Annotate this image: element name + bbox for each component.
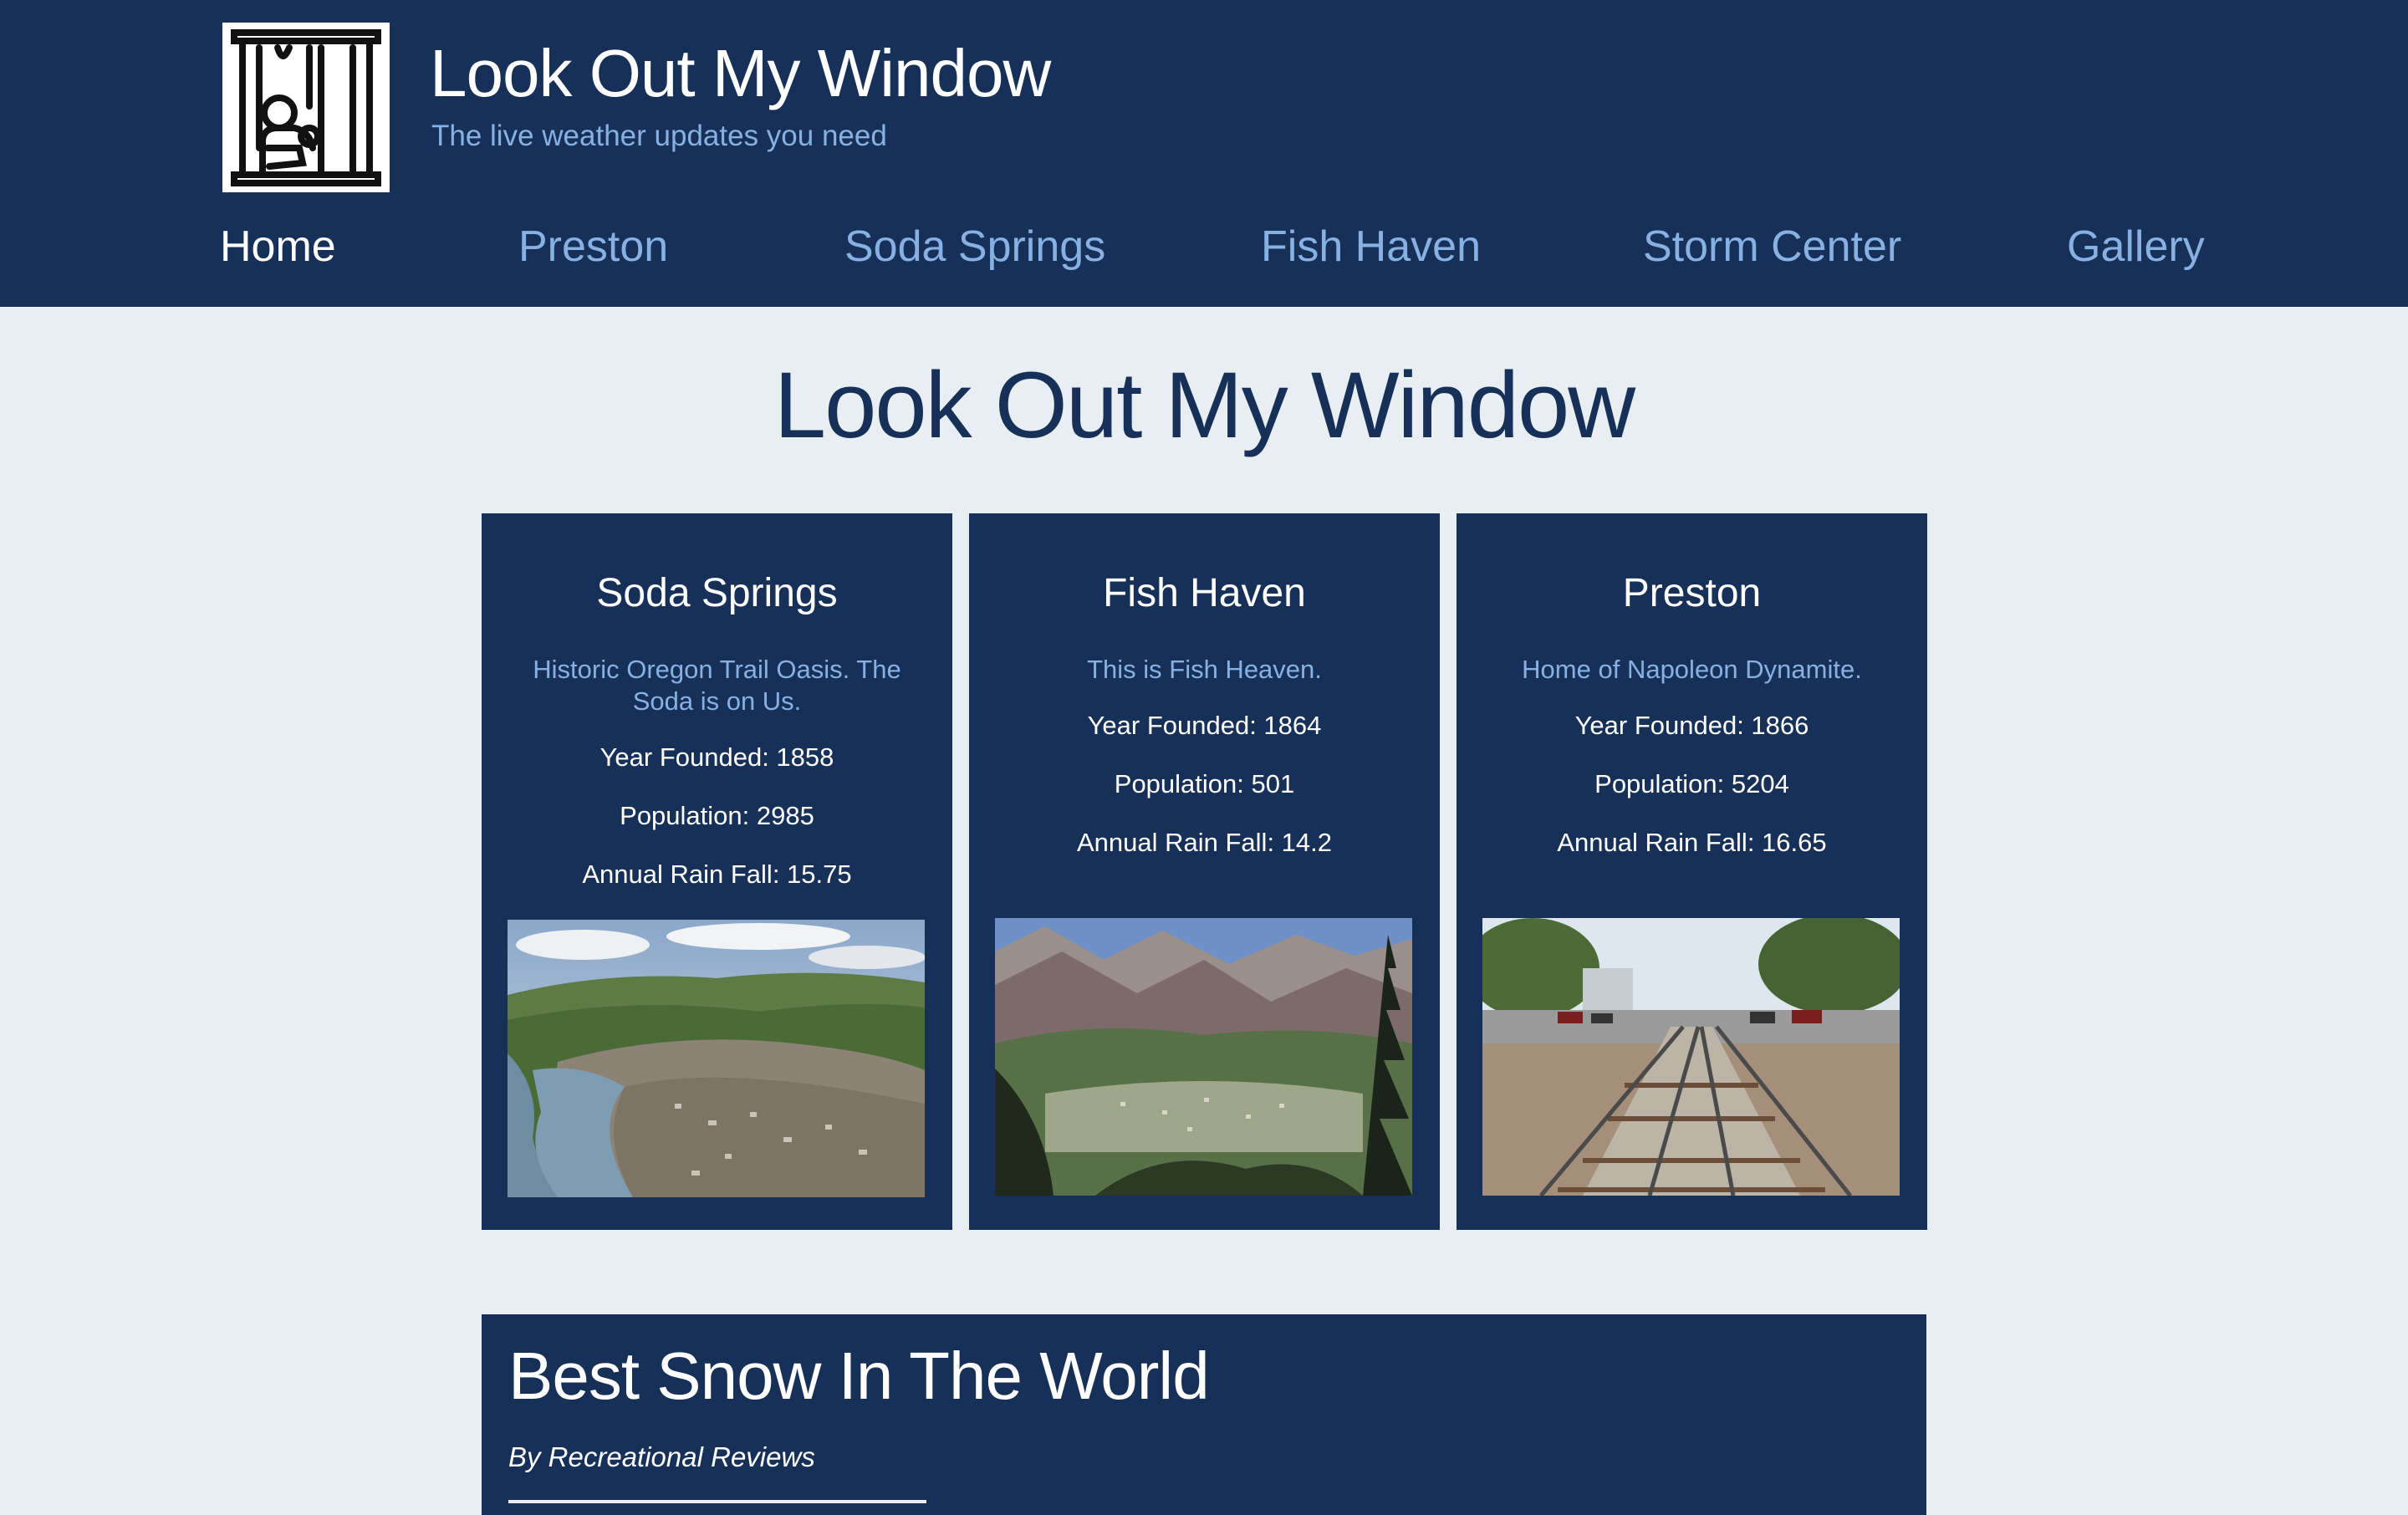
site-tagline: The live weather updates you need [431, 120, 887, 152]
town-motto: This is Fish Heaven. [1087, 655, 1322, 684]
town-founded: Year Founded: 1866 [1574, 711, 1809, 740]
town-population: Population: 2985 [620, 801, 814, 830]
town-name: Preston [1622, 571, 1762, 615]
site-title: Look Out My Window [430, 36, 1051, 110]
town-rainfall: Annual Rain Fall: 14.2 [1076, 828, 1333, 857]
town-motto: Home of Napoleon Dynamite. [1522, 655, 1862, 684]
town-card-preston: Preston Home of Napoleon Dynamite. Year … [1457, 513, 1927, 1230]
town-rainfall: Annual Rain Fall: 16.65 [1557, 828, 1827, 857]
feature-byline: By Recreational Reviews [508, 1441, 815, 1472]
town-motto: Historic Oregon Trail Oasis. The Soda is… [533, 655, 901, 716]
nav-gallery[interactable]: Gallery [2067, 222, 2205, 272]
window-logo-icon[interactable] [222, 23, 390, 192]
nav-fish-haven[interactable]: Fish Haven [1261, 222, 1481, 272]
nav-home[interactable]: Home [220, 222, 336, 272]
town-card-fish-haven: Fish Haven This is Fish Heaven. Year Fou… [969, 513, 1440, 1230]
feature-article: Best Snow In The World By Recreational R… [482, 1314, 1926, 1515]
town-population: Population: 501 [1114, 769, 1295, 798]
town-photo-mountain-valley [995, 918, 1412, 1196]
town-name: Soda Springs [596, 571, 838, 615]
town-founded: Year Founded: 1858 [599, 742, 834, 772]
town-founded: Year Founded: 1864 [1087, 711, 1322, 740]
nav-soda-springs[interactable]: Soda Springs [844, 222, 1105, 272]
feature-title: Best Snow In The World [508, 1339, 1210, 1413]
main-nav: Home Preston Soda Springs Fish Haven Sto… [0, 222, 2408, 288]
town-card-soda-springs: Soda Springs Historic Oregon Trail Oasis… [482, 513, 952, 1230]
town-population: Population: 5204 [1594, 769, 1789, 798]
town-photo-river-valley [508, 920, 925, 1197]
town-photo-railroad-tracks [1482, 918, 1900, 1196]
town-name: Fish Haven [1103, 571, 1306, 615]
page-title: Look Out My Window [773, 353, 1635, 457]
nav-storm-center[interactable]: Storm Center [1643, 222, 1901, 272]
feature-divider [508, 1500, 926, 1503]
town-rainfall: Annual Rain Fall: 15.75 [582, 860, 852, 889]
nav-preston[interactable]: Preston [518, 222, 668, 272]
site-header: Look Out My Window The live weather upda… [0, 0, 2408, 307]
